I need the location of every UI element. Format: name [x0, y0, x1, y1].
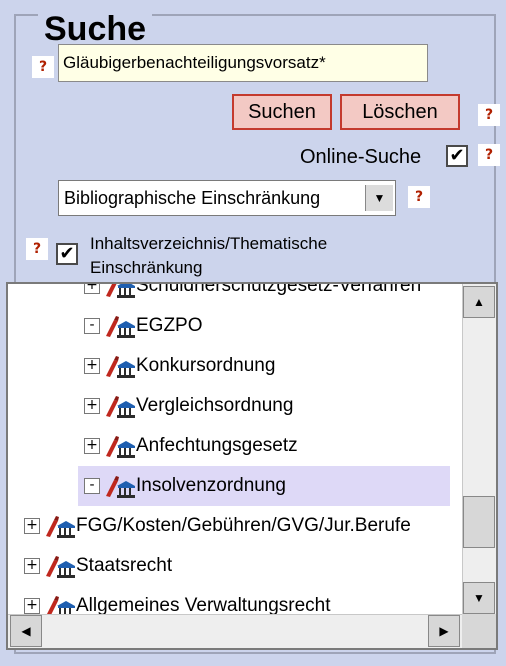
- tree-item-label: Staatsrecht: [76, 555, 173, 576]
- horizontal-scrollbar[interactable]: ◀ ▶: [8, 614, 464, 648]
- tree-item[interactable]: - Insolvenzordnung: [78, 466, 450, 506]
- toc-tree: + Schuldnerschutzgesetz-Verfahren - EGZPO + K…: [6, 282, 498, 650]
- tree-item[interactable]: + Anfechtungsgesetz: [78, 426, 496, 466]
- scroll-down-icon[interactable]: ▼: [463, 582, 495, 614]
- tree-item-label: Vergleichsordnung: [136, 395, 294, 416]
- expand-icon[interactable]: +: [24, 518, 40, 534]
- tree-item-label: Schuldnerschutzgesetz-Verfahren: [136, 282, 422, 296]
- courthouse-icon: [106, 356, 135, 378]
- help-icon[interactable]: ?: [26, 238, 48, 260]
- expand-icon[interactable]: +: [84, 438, 100, 454]
- help-icon[interactable]: ?: [32, 56, 54, 78]
- collapse-icon[interactable]: -: [84, 318, 100, 334]
- toc-label-line2: Einschränkung: [90, 258, 203, 277]
- tree-item[interactable]: + Vergleichsordnung: [78, 386, 496, 426]
- courthouse-icon: [106, 396, 135, 418]
- tree-item-label: Anfechtungsgesetz: [136, 435, 298, 456]
- scrollbar-corner: [462, 614, 496, 648]
- scroll-right-icon[interactable]: ▶: [428, 615, 460, 647]
- help-icon[interactable]: ?: [478, 104, 500, 126]
- vertical-scrollbar[interactable]: ▲ ▼: [462, 284, 496, 616]
- collapse-icon[interactable]: -: [84, 478, 100, 494]
- tree-item-label: FGG/Kosten/Gebühren/GVG/Jur.Berufe: [76, 515, 411, 536]
- help-icon[interactable]: ?: [478, 144, 500, 166]
- courthouse-icon: [106, 476, 135, 498]
- tree-item[interactable]: - EGZPO: [78, 306, 496, 346]
- scroll-thumb[interactable]: [463, 496, 495, 548]
- tree-item[interactable]: + Konkursordnung: [78, 346, 496, 386]
- tree-item[interactable]: + FGG/Kosten/Gebühren/GVG/Jur.Berufe: [18, 506, 448, 546]
- search-input[interactable]: Gläubigerbenachteiligungsvorsatz*: [58, 44, 428, 82]
- search-panel: Suche ? Gläubigerbenachteiligungsvorsatz…: [0, 0, 506, 666]
- expand-icon[interactable]: +: [84, 284, 100, 294]
- expand-icon[interactable]: +: [84, 398, 100, 414]
- expand-icon[interactable]: +: [24, 598, 40, 614]
- toc-label-line1: Inhaltsverzeichnis/Thematische: [90, 234, 328, 253]
- search-button[interactable]: Suchen: [232, 94, 332, 130]
- tree-item-label: Konkursordnung: [136, 355, 276, 376]
- online-search-checkbox[interactable]: ✔: [446, 145, 468, 167]
- tree-item-label: Insolvenzordnung: [136, 475, 286, 496]
- dropdown-arrow-icon[interactable]: ▼: [365, 185, 393, 211]
- tree-item-label: EGZPO: [136, 315, 203, 336]
- courthouse-icon: [106, 436, 135, 458]
- scroll-up-icon[interactable]: ▲: [463, 286, 495, 318]
- online-search-label: Online-Suche: [300, 146, 422, 168]
- scroll-left-icon[interactable]: ◀: [10, 615, 42, 647]
- filter-select-value: Bibliographische Einschränkung: [64, 188, 321, 208]
- filter-select[interactable]: Bibliographische Einschränkung ▼: [58, 180, 396, 216]
- tree-item[interactable]: + Schuldnerschutzgesetz-Verfahren: [78, 282, 496, 306]
- courthouse-icon: [106, 316, 135, 338]
- expand-icon[interactable]: +: [84, 358, 100, 374]
- clear-button[interactable]: Löschen: [340, 94, 460, 130]
- help-icon[interactable]: ?: [408, 186, 430, 208]
- courthouse-icon: [46, 556, 75, 578]
- toc-checkbox[interactable]: ✔: [56, 243, 78, 265]
- courthouse-icon: [46, 516, 75, 538]
- tree-item[interactable]: + Staatsrecht: [18, 546, 448, 586]
- courthouse-icon: [106, 284, 135, 298]
- search-title: Suche: [38, 12, 153, 46]
- expand-icon[interactable]: +: [24, 558, 40, 574]
